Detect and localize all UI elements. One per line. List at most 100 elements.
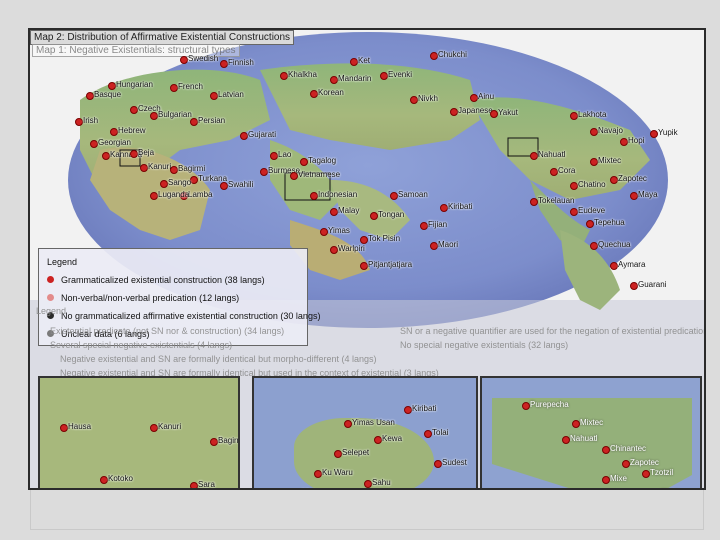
language-marker	[610, 176, 618, 184]
language-marker	[364, 480, 372, 488]
ghost-legend-title: Legend	[36, 306, 67, 316]
language-marker	[590, 128, 598, 136]
language-marker	[450, 108, 458, 116]
language-marker	[344, 420, 352, 428]
language-marker	[586, 220, 594, 228]
legend-item-grammaticalized: Grammaticalized existential construction…	[47, 275, 265, 285]
language-label: Georgian	[98, 138, 131, 147]
language-label: Samoan	[398, 190, 428, 199]
language-marker	[170, 84, 178, 92]
language-label: Selepet	[342, 448, 370, 457]
language-marker	[430, 52, 438, 60]
language-label: Bagirmi	[218, 436, 238, 445]
language-marker	[270, 152, 278, 160]
language-label: Tongan	[378, 210, 405, 219]
language-label: Swedish	[188, 54, 219, 63]
language-label: Hungarian	[116, 80, 153, 89]
language-label: Aymara	[618, 260, 646, 269]
language-label: Yakut	[498, 108, 518, 117]
language-label: Chatino	[578, 180, 606, 189]
language-label: Nahuatl	[570, 434, 598, 443]
language-marker	[310, 90, 318, 98]
language-label: Tzotzil	[650, 468, 674, 477]
language-marker	[570, 182, 578, 190]
language-marker	[190, 118, 198, 126]
language-marker	[590, 242, 598, 250]
ghost-legend-item: Existential predicate (not SN nor & cons…	[50, 326, 285, 336]
language-marker	[390, 192, 398, 200]
language-marker	[300, 158, 308, 166]
language-marker	[130, 106, 138, 114]
language-marker	[562, 436, 570, 444]
language-marker	[150, 192, 158, 200]
language-label: Tokelauan	[538, 196, 575, 205]
language-marker	[350, 58, 358, 66]
language-marker	[180, 56, 188, 64]
panel-mexico: Purepecha Mixtec Nahuatl Chinantec Zapotec Mi…	[480, 376, 702, 488]
language-label: Irish	[83, 116, 99, 125]
legend-title: Legend	[47, 257, 78, 267]
language-marker	[90, 140, 98, 148]
language-marker	[380, 72, 388, 80]
language-label: Kiribati	[448, 202, 473, 211]
language-label: Khalkha	[288, 70, 317, 79]
map-frame: Map 2: Distribution of Affirmative Exist…	[28, 28, 706, 490]
language-marker	[60, 424, 68, 432]
language-marker	[590, 158, 598, 166]
language-marker	[434, 460, 442, 468]
language-marker	[150, 112, 158, 120]
panel-new-guinea: Kiribati Yimas Usan Kewa Selepet Ku Waru Tola…	[252, 376, 478, 488]
language-marker	[374, 436, 382, 444]
language-marker	[370, 212, 378, 220]
map-title: Map 2: Distribution of Affirmative Exist…	[30, 30, 295, 45]
language-label: Bagirmi	[178, 164, 206, 173]
language-label: Yimas Usan	[352, 418, 395, 427]
language-label: Persian	[198, 116, 226, 125]
language-label: Pitjantjatjara	[368, 260, 413, 269]
language-label: Ainu	[478, 92, 495, 101]
language-marker	[102, 152, 110, 160]
language-label: Japanese	[458, 106, 493, 115]
language-label: Purepecha	[530, 400, 569, 409]
language-marker	[170, 166, 178, 174]
language-label: Guarani	[638, 280, 667, 289]
language-marker	[160, 180, 168, 188]
ghost-legend-right-item: SN or a negative quantifier are used for…	[400, 326, 704, 336]
legend-label: Grammaticalized existential construction…	[61, 275, 265, 285]
language-marker	[86, 92, 94, 100]
language-marker	[470, 94, 478, 102]
language-label: Indonesian	[318, 190, 358, 199]
language-label: Malay	[338, 206, 360, 215]
language-marker	[630, 192, 638, 200]
language-label: Lamba	[188, 190, 213, 199]
language-marker	[550, 168, 558, 176]
language-marker	[360, 236, 368, 244]
language-marker	[210, 92, 218, 100]
language-marker	[424, 430, 432, 438]
language-label: Korean	[318, 88, 344, 97]
language-label: Mandarin	[338, 74, 372, 83]
ghost-legend-right-item: No special negative existentials (32 lan…	[400, 340, 569, 350]
language-marker	[220, 60, 228, 68]
language-marker	[100, 476, 108, 484]
language-marker	[140, 164, 148, 172]
language-label: Ket	[358, 56, 371, 65]
language-label: Latvian	[218, 90, 244, 99]
language-label: Vietnamese	[298, 170, 341, 179]
language-label: Kiribati	[412, 404, 437, 413]
language-label: Bulgarian	[158, 110, 192, 119]
language-marker	[320, 228, 328, 236]
language-label: Tok Pisin	[368, 234, 401, 243]
language-label: Chinantec	[610, 444, 647, 453]
language-label: Cora	[558, 166, 576, 175]
language-label: Fijian	[428, 220, 448, 229]
language-label: Lao	[278, 150, 292, 159]
language-marker	[570, 208, 578, 216]
language-marker	[190, 482, 198, 488]
language-marker	[404, 406, 412, 414]
language-label: Mixtec	[598, 156, 622, 165]
language-label: Maori	[438, 240, 459, 249]
language-label: Beja	[138, 148, 155, 157]
language-marker	[360, 262, 368, 270]
language-marker	[602, 446, 610, 454]
